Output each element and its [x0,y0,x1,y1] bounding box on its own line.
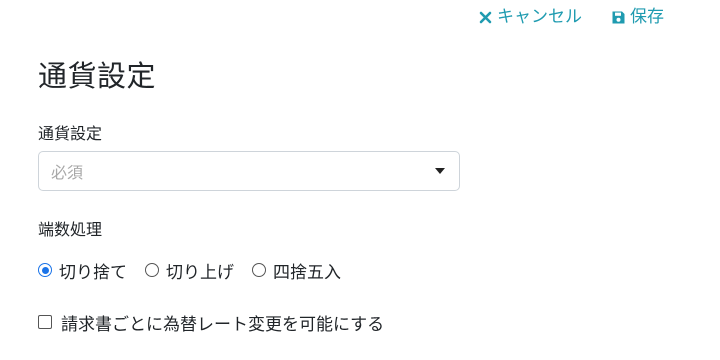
radio-round-down[interactable]: 切り捨て [38,258,127,283]
exchange-rate-checkbox[interactable]: 請求書ごとに為替レート変更を可能にする [38,309,384,335]
radio-round-half-up-label: 四捨五入 [273,262,341,283]
header-actions: キャンセル 保存 [477,4,664,30]
currency-select[interactable]: 必須 [38,151,460,191]
save-label: 保存 [630,7,664,27]
radio-round-down-label: 切り捨て [59,262,127,283]
radio-selected-icon [38,263,52,277]
checkbox-icon [38,315,52,329]
caret-down-icon [435,168,445,174]
rounding-label: 端数処理 [38,220,103,239]
rounding-radio-group: 切り捨て 切り上げ 四捨五入 [38,257,341,283]
cancel-label: キャンセル [497,7,582,27]
page-title: 通貨設定 [38,59,157,93]
currency-select-placeholder: 必須 [51,163,84,182]
close-icon [477,9,493,25]
currency-field-label: 通貨設定 [38,124,103,143]
radio-round-up-label: 切り上げ [166,262,234,283]
radio-unselected-icon [252,263,266,277]
radio-round-half-up[interactable]: 四捨五入 [252,258,341,283]
cancel-button[interactable]: キャンセル [477,4,582,30]
exchange-rate-checkbox-label: 請求書ごとに為替レート変更を可能にする [61,314,385,335]
radio-unselected-icon [145,263,159,277]
save-button[interactable]: 保存 [610,4,664,30]
radio-round-up[interactable]: 切り上げ [145,258,234,283]
floppy-disk-icon [610,9,626,25]
currency-settings-page: キャンセル 保存 通貨設定 通貨設定 必須 端数処理 切り捨て 切り上げ 四捨五… [0,0,720,360]
